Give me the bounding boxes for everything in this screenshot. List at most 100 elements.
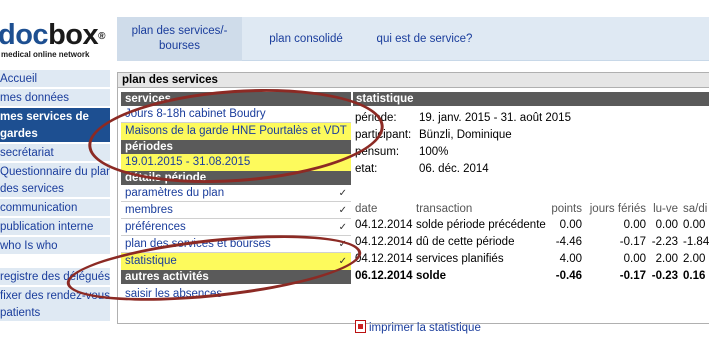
other-item-saisir-les-absences[interactable]: saisir les absences — [121, 286, 351, 303]
detail-item-parametres-du-plan[interactable]: paramètres du plan ✓ — [121, 185, 351, 202]
cell-lu-ve: -0.23 — [651, 270, 678, 282]
print-statistics-link[interactable]: imprimer la statistique — [355, 318, 481, 334]
sidebar: Accueil mes données mes services de gard… — [0, 70, 110, 323]
detail-label: plan des services et bourses — [125, 238, 271, 250]
column-header-points: points — [551, 203, 582, 215]
service-item-maisons-de-la-garde[interactable]: Maisons de la garde HNE Pourtalès et VDT — [121, 123, 351, 140]
check-icon: ✓ — [338, 188, 347, 199]
cell-jours-feries: -0.17 — [619, 270, 646, 282]
check-icon: ✓ — [338, 222, 347, 233]
column-header-date: date — [355, 203, 378, 215]
info-value: 100% — [419, 146, 449, 158]
cell-points: 4.00 — [559, 253, 582, 265]
detail-item-preferences[interactable]: préférences ✓ — [121, 219, 351, 236]
sidebar-item-mes-donnees[interactable]: mes données — [0, 89, 110, 106]
cell-points: -4.46 — [555, 236, 582, 248]
detail-item-plan-des-services-et-bourses[interactable]: plan des services et bourses ✓ — [121, 236, 351, 253]
statistics-header: statistique — [353, 92, 709, 106]
other-activities-header: autres activités — [121, 270, 351, 284]
column-header-lu-ve: lu-ve — [653, 203, 678, 215]
top-navigation: plan des services/- bourses plan consoli… — [117, 17, 709, 61]
statistics-table: date transaction points jours fériés lu-… — [353, 202, 709, 285]
table-row: 04.12.2014 solde période précédente 0.00… — [353, 217, 709, 234]
column-header-jours-feries: jours fériés — [589, 203, 646, 215]
cell-transaction: dû de cette période — [416, 236, 515, 248]
check-icon: ✓ — [338, 239, 347, 250]
logo-word-doc: doc — [0, 19, 49, 51]
panel-title: plan des services — [118, 73, 709, 88]
sidebar-item-questionnaire-line2[interactable]: des services — [0, 180, 110, 197]
detail-label: membres — [125, 204, 173, 216]
cell-date: 06.12.2014 — [355, 270, 413, 282]
table-row: 04.12.2014 dû de cette période -4.46 -0.… — [353, 234, 709, 251]
docbox-logo[interactable]: docbox® medical online network — [0, 20, 110, 64]
info-row-participant: participant: Bünzli, Dominique — [353, 127, 709, 144]
print-label: imprimer la statistique — [369, 322, 481, 334]
logo-wordmark: docbox® — [0, 20, 105, 50]
sidebar-item-fixer-des-rendez-vous-line2[interactable]: patients — [0, 304, 110, 321]
plan-des-services-panel: plan des services services Jours 8-18h c… — [117, 72, 709, 334]
cell-points: -0.46 — [555, 270, 582, 282]
cell-jours-feries: -0.17 — [619, 236, 646, 248]
sidebar-item-mes-services-de-gardes[interactable]: mes services de — [0, 108, 110, 125]
check-icon: ✓ — [338, 205, 347, 216]
sidebar-item-mes-services-de-gardes-line2[interactable]: gardes — [0, 125, 110, 142]
info-key: participant: — [355, 129, 412, 141]
cell-sa-di: 0.00 — [683, 219, 706, 231]
statistics-info: période: 19. janv. 2015 - 31. août 2015 p… — [353, 110, 709, 178]
sidebar-item-secretariat[interactable]: secrétariat — [0, 144, 110, 161]
details-header: détails période — [121, 171, 351, 185]
services-header: services — [121, 92, 351, 106]
info-key: pensum: — [355, 146, 400, 158]
sidebar-item-communication[interactable]: communication — [0, 199, 110, 216]
pdf-icon — [355, 320, 366, 333]
info-row-periode: période: 19. janv. 2015 - 31. août 2015 — [353, 110, 709, 127]
info-key: période: — [355, 112, 397, 124]
info-value: 19. janv. 2015 - 31. août 2015 — [419, 112, 571, 124]
cell-date: 04.12.2014 — [355, 219, 413, 231]
detail-label: préférences — [125, 221, 186, 233]
cell-transaction: solde période précédente — [416, 219, 546, 231]
cell-sa-di: 2.00 — [683, 253, 706, 265]
sidebar-item-publication-interne[interactable]: publication interne — [0, 218, 110, 235]
info-value: 06. déc. 2014 — [419, 163, 489, 175]
info-key: etat: — [355, 163, 378, 175]
cell-transaction: solde — [416, 270, 447, 282]
cell-date: 04.12.2014 — [355, 236, 413, 248]
tab-plan-des-services-bourses[interactable]: plan des services/- bourses — [117, 17, 242, 61]
column-header-sa-di: sa/di — [683, 203, 708, 215]
detail-item-statistique[interactable]: statistique ✓ — [121, 253, 351, 270]
cell-date: 04.12.2014 — [355, 253, 413, 265]
detail-item-membres[interactable]: membres ✓ — [121, 202, 351, 219]
sidebar-item-accueil[interactable]: Accueil — [0, 70, 110, 87]
table-row: 04.12.2014 services planifiés 4.00 0.00 … — [353, 251, 709, 268]
logo-word-box: box — [48, 19, 99, 51]
info-row-etat: etat: 06. déc. 2014 — [353, 161, 709, 178]
sidebar-item-registre-des-delegues[interactable]: registre des délégués — [0, 268, 110, 285]
table-row-total: 06.12.2014 solde -0.46 -0.17 -0.23 0.16 — [353, 268, 709, 285]
logo-tagline: medical online network — [1, 50, 90, 59]
period-item[interactable]: 19.01.2015 - 31.08.2015 — [121, 154, 351, 171]
sidebar-item-who-is-who[interactable]: who Is who — [0, 237, 110, 254]
periods-header: périodes — [121, 140, 351, 154]
cell-points: 0.00 — [559, 219, 582, 231]
service-item-jours-boudry[interactable]: Jours 8-18h cabinet Boudry — [121, 106, 351, 123]
sidebar-item-questionnaire[interactable]: Questionnaire du plan — [0, 163, 110, 180]
logo-registered: ® — [98, 31, 105, 42]
tab-qui-est-de-service[interactable]: qui est de service? — [367, 17, 482, 61]
tab-plan-consolide[interactable]: plan consolidé — [251, 17, 361, 61]
cell-lu-ve: 2.00 — [655, 253, 678, 265]
column-header-transaction: transaction — [416, 203, 473, 215]
statistics-section: statistique période: 19. janv. 2015 - 31.… — [353, 92, 709, 334]
check-icon: ✓ — [338, 256, 347, 267]
info-row-pensum: pensum: 100% — [353, 144, 709, 161]
services-menu: services Jours 8-18h cabinet Boudry Mais… — [121, 92, 351, 303]
table-header-row: date transaction points jours fériés lu-… — [353, 202, 709, 217]
info-value: Bünzli, Dominique — [419, 129, 512, 141]
cell-lu-ve: 0.00 — [655, 219, 678, 231]
detail-label: paramètres du plan — [125, 187, 225, 199]
sidebar-item-fixer-des-rendez-vous[interactable]: fixer des rendez-vous — [0, 287, 110, 304]
cell-jours-feries: 0.00 — [623, 253, 646, 265]
cell-sa-di: -1.84 — [683, 236, 709, 248]
